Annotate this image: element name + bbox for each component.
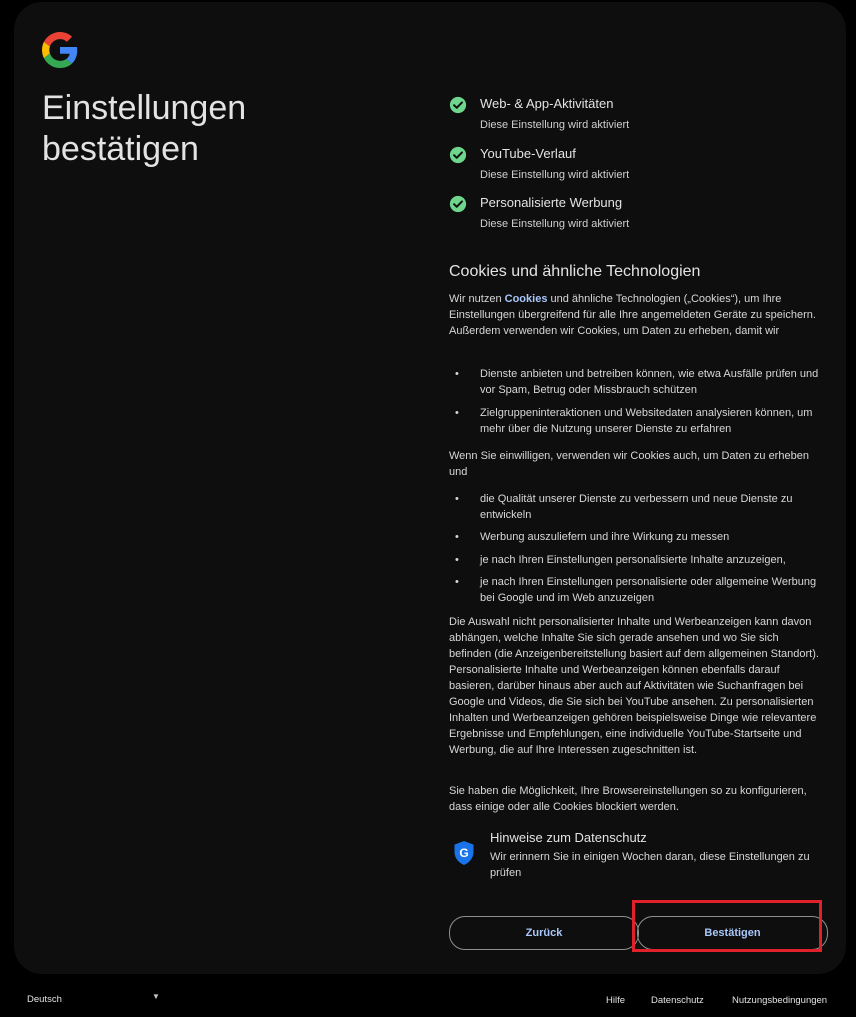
setting-youtube-history: YouTube-Verlauf Diese Einstellung wird a…: [449, 142, 819, 192]
bullet-dot: •: [455, 493, 459, 505]
bullet-dot: •: [455, 531, 459, 543]
svg-text:G: G: [459, 846, 468, 860]
bullet-dot: •: [455, 407, 459, 419]
settings-panel: Web- & App-Aktivitäten Diese Einstellung…: [449, 92, 828, 950]
page-title: Einstellungen bestätigen: [42, 89, 247, 168]
privacy-notice-text: Wir erinnern Sie in einigen Wochen daran…: [490, 851, 810, 879]
bullet-dot: •: [455, 576, 459, 588]
google-shield-icon: G: [454, 841, 474, 865]
setting-title: Personalisierte Werbung: [480, 195, 623, 210]
bullet-text: Werbung auszuliefern und ihre Wirkung zu…: [480, 531, 730, 543]
bullet-text: Dienste anbieten und betreiben können, w…: [480, 368, 819, 396]
setting-subtitle: Diese Einstellung wird aktiviert: [480, 119, 630, 131]
setting-personalized-ads: Personalisierte Werbung Diese Einstellun…: [449, 191, 819, 241]
setting-title: YouTube-Verlauf: [480, 145, 576, 161]
privacy-notice-title: Hinweise zum Datenschutz: [490, 830, 647, 845]
consent-intro: Wenn Sie einwilligen, verwenden wir Cook…: [449, 450, 809, 478]
bullet-dot: •: [455, 368, 459, 380]
caret-down-icon[interactable]: ▼: [152, 992, 160, 1001]
cookies-link[interactable]: Cookies: [505, 293, 548, 305]
cookies-intro: Wir nutzen Cookies und ähnliche Technolo…: [449, 291, 819, 339]
bullet-text: die Qualität unserer Dienste zu verbesse…: [480, 493, 793, 521]
check-circle-icon: [449, 195, 467, 213]
privacy-link[interactable]: Datenschutz: [651, 995, 704, 1006]
check-circle-icon: [449, 146, 467, 163]
setting-subtitle: Diese Einstellung wird aktiviert: [480, 168, 630, 181]
footer: Deutsch ▼ Hilfe Datenschutz Nutzungsbedi…: [0, 990, 856, 1010]
cookies-intro-start: Wir nutzen: [449, 293, 505, 305]
setting-subtitle: Diese Einstellung wird aktiviert: [480, 218, 630, 230]
google-logo-icon: [42, 32, 78, 68]
personalization-paragraph: Die Auswahl nicht personalisierter Inhal…: [449, 616, 819, 756]
back-button[interactable]: Zurück: [449, 916, 639, 950]
privacy-notice: G Hinweise zum Datenschutz Wir erinnern …: [449, 828, 819, 884]
bullet-text: je nach Ihren Einstellungen personalisie…: [480, 554, 786, 566]
cookies-heading: Cookies und ähnliche Technologien: [449, 263, 701, 280]
browser-settings-paragraph: Sie haben die Möglichkeit, Ihre Browsere…: [449, 785, 807, 813]
consent-card: Einstellungen bestätigen Web- & App-Akti…: [14, 2, 846, 974]
setting-title: Web- & App-Aktivitäten: [480, 96, 614, 111]
setting-web-app-activity: Web- & App-Aktivitäten Diese Einstellung…: [449, 92, 819, 142]
terms-link[interactable]: Nutzungsbedingungen: [732, 995, 827, 1006]
check-circle-icon: [449, 96, 467, 114]
bullet-dot: •: [455, 554, 459, 566]
language-selector[interactable]: Deutsch: [27, 994, 62, 1005]
bullet-text: je nach Ihren Einstellungen personalisie…: [480, 576, 817, 604]
bullet-text: Zielgruppeninteraktionen und Websitedate…: [480, 407, 813, 435]
help-link[interactable]: Hilfe: [606, 995, 625, 1006]
confirm-button[interactable]: Bestätigen: [637, 916, 828, 950]
